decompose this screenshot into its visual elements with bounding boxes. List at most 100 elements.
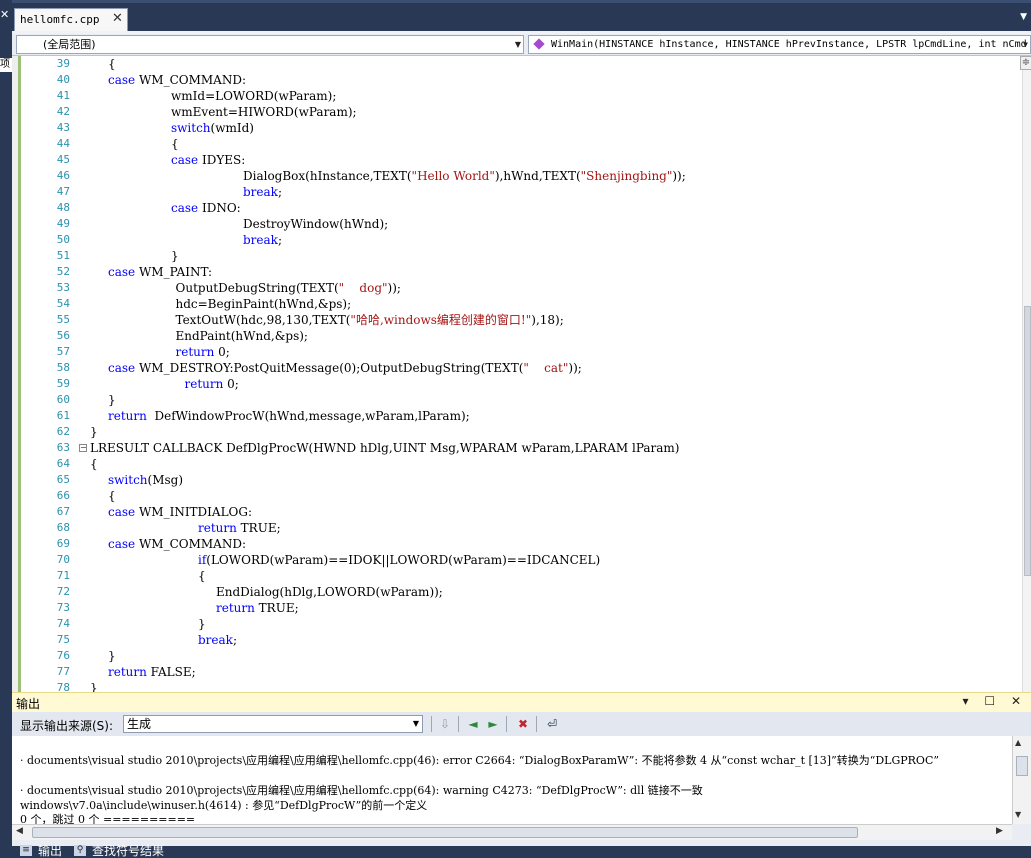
code-line[interactable]: return FALSE; — [108, 664, 196, 680]
tab-close-icon[interactable]: ✕ — [112, 11, 123, 26]
code-line[interactable]: break; — [198, 632, 237, 648]
next-message-icon[interactable]: ► — [484, 715, 502, 733]
code-line[interactable]: break; — [243, 232, 282, 248]
code-line[interactable]: return DefWindowProcW(hWnd,message,wPara… — [108, 408, 470, 424]
keyword-token: case — [171, 201, 199, 215]
output-source-dropdown[interactable]: 生成 ▼ — [123, 715, 423, 733]
word-wrap-icon[interactable]: ⏎ — [543, 715, 561, 733]
code-token: } — [108, 649, 116, 663]
code-token: } — [198, 617, 206, 631]
code-line[interactable]: if(LOWORD(wParam)==IDOK||LOWORD(wParam)=… — [198, 552, 600, 568]
code-line[interactable]: { — [171, 136, 179, 152]
collapse-icon[interactable]: − — [79, 444, 87, 452]
clear-all-icon[interactable]: ✖ — [514, 715, 532, 733]
function-dropdown[interactable]: WinMain(HINSTANCE hInstance, HINSTANCE h… — [528, 35, 1031, 54]
code-line[interactable]: wmEvent=HIWORD(wParam); — [171, 104, 357, 120]
code-line[interactable]: return TRUE; — [216, 600, 299, 616]
tab-find-symbol-results[interactable]: ⚲ 查找符号结果 — [72, 844, 164, 858]
output-source-value: 生成 — [127, 717, 152, 731]
code-line[interactable]: wmId=LOWORD(wParam); — [171, 88, 336, 104]
code-editor[interactable]: 39 {40 case WM_COMMAND: 41 wmId=LOWORD(wPara… — [12, 56, 1031, 692]
code-line[interactable]: LRESULT CALLBACK DefDlgProcW(HWND hDlg,U… — [90, 440, 679, 456]
line-number: 49 — [56, 217, 70, 230]
line-number: 74 — [56, 617, 70, 630]
code-line[interactable]: case WM_COMMAND: — [108, 72, 246, 88]
line-number: 76 — [56, 649, 70, 662]
output-text[interactable]: · documents\visual studio 2010\projects\… — [12, 736, 1012, 824]
keyword-token: return — [108, 665, 147, 679]
line-number: 67 — [56, 505, 70, 518]
code-token: } — [108, 393, 116, 407]
code-line[interactable]: case IDNO: — [171, 200, 241, 216]
output-line: windows\v7.0a\include\winuser.h(4614) : … — [20, 799, 428, 812]
line-number: 75 — [56, 633, 70, 646]
code-line[interactable]: OutputDebugString(TEXT(" dog")); — [176, 280, 401, 296]
code-token: DefWindowProcW(hWnd,message,wParam,lPara… — [146, 409, 470, 423]
line-number: 73 — [56, 601, 70, 614]
output-line: · documents\visual studio 2010\projects\… — [20, 754, 939, 767]
code-line[interactable]: } — [171, 248, 179, 264]
scroll-up-icon[interactable]: ▲ — [1015, 738, 1021, 747]
tab-output[interactable]: ≡ 输出 — [18, 844, 62, 858]
code-line[interactable]: case WM_DESTROY:PostQuitMessage(0);Outpu… — [108, 360, 582, 376]
code-line[interactable]: return 0; — [185, 376, 239, 392]
code-line[interactable]: switch(Msg) — [108, 472, 183, 488]
window-controls[interactable]: ▾ ☐ ✕ — [963, 694, 1027, 708]
code-line[interactable]: TextOutW(hdc,98,130,TEXT("哈哈,windows编程创建… — [176, 312, 564, 328]
string-token: " cat" — [523, 361, 569, 375]
scroll-right-icon[interactable]: ▶ — [996, 826, 1003, 836]
line-number: 68 — [56, 521, 70, 534]
left-close-icon[interactable]: ✕ — [0, 8, 10, 21]
scrollbar-thumb[interactable] — [1024, 306, 1031, 576]
code-line[interactable]: { — [108, 488, 116, 504]
code-token: IDNO: — [198, 201, 241, 215]
code-line[interactable]: } — [90, 680, 98, 692]
line-number: 43 — [56, 121, 70, 134]
code-line[interactable]: } — [198, 616, 206, 632]
code-token: WM_INITDIALOG: — [135, 505, 253, 519]
document-tab-bar: hellomfc.cpp ✕ ▼ — [12, 0, 1031, 34]
code-line[interactable]: } — [108, 392, 116, 408]
code-token: WM_DESTROY:PostQuitMessage(0);OutputDebu… — [135, 361, 524, 375]
code-line[interactable]: } — [108, 648, 116, 664]
code-line[interactable]: DestroyWindow(hWnd); — [243, 216, 388, 232]
splitter-icon[interactable]: ≑ — [1020, 56, 1031, 70]
output-title: 输出 — [16, 697, 41, 711]
code-line[interactable]: { — [198, 568, 206, 584]
code-line[interactable]: switch(wmId) — [171, 120, 254, 136]
output-vertical-scrollbar[interactable]: ▲ ▼ — [1012, 736, 1031, 824]
code-line[interactable]: case WM_COMMAND: — [108, 536, 246, 552]
scope-dropdown[interactable]: (全局范围) ▼ — [16, 35, 524, 54]
code-line[interactable]: EndDialog(hDlg,LOWORD(wParam)); — [216, 584, 443, 600]
editor-vertical-scrollbar[interactable] — [1022, 56, 1031, 692]
scroll-down-icon[interactable]: ▼ — [1015, 810, 1021, 819]
previous-message-icon[interactable]: ◄ — [464, 715, 482, 733]
scrollbar-thumb[interactable] — [32, 827, 858, 838]
code-line[interactable]: DialogBox(hInstance,TEXT("Hello World"),… — [243, 168, 686, 184]
tab-dropdown-icon[interactable]: ▼ — [1020, 12, 1027, 22]
code-line[interactable]: } — [90, 424, 98, 440]
output-header: 输出 ▾ ☐ ✕ — [12, 692, 1031, 712]
code-line[interactable]: case IDYES: — [171, 152, 245, 168]
scroll-left-icon[interactable]: ◀ — [16, 826, 23, 836]
code-line[interactable]: return TRUE; — [198, 520, 281, 536]
code-line[interactable]: { — [108, 56, 116, 72]
tab-hellomfc-cpp[interactable]: hellomfc.cpp ✕ — [14, 8, 128, 32]
output-horizontal-scrollbar[interactable]: ◀ ▶ — [12, 824, 1012, 840]
code-line[interactable]: hdc=BeginPaint(hWnd,&ps); — [176, 296, 352, 312]
left-panel-label[interactable]: 项目 — [0, 58, 12, 72]
code-line[interactable]: return 0; — [176, 344, 230, 360]
string-token: " dog" — [338, 281, 388, 295]
code-token: ; — [277, 185, 282, 199]
go-to-location-icon[interactable]: ⇩ — [436, 715, 454, 733]
code-line[interactable]: EndPaint(hWnd,&ps); — [176, 328, 308, 344]
code-line[interactable]: { — [90, 456, 98, 472]
code-token: ; — [232, 633, 237, 647]
code-token: DialogBox(hInstance,TEXT( — [243, 169, 412, 183]
scrollbar-thumb[interactable] — [1016, 756, 1028, 776]
find-symbol-icon: ⚲ — [74, 845, 86, 856]
code-line[interactable]: case WM_PAINT: — [108, 264, 212, 280]
code-line[interactable]: break; — [243, 184, 282, 200]
code-line[interactable]: case WM_INITDIALOG: — [108, 504, 252, 520]
chevron-down-icon: ▼ — [514, 40, 521, 49]
